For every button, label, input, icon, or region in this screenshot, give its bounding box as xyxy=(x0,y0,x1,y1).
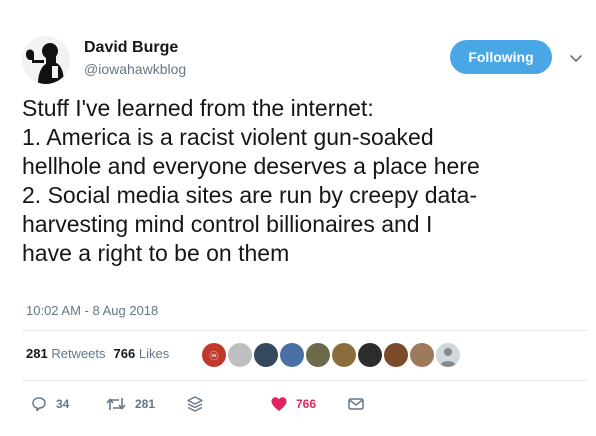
liker-avatar[interactable] xyxy=(304,341,332,369)
silhouette-portrait-icon xyxy=(22,36,70,84)
tweet-text-line: Stuff I've learned from the internet: xyxy=(22,95,374,121)
user-avatar[interactable] xyxy=(22,36,70,84)
following-button[interactable]: Following xyxy=(450,40,552,74)
tweet-timestamp[interactable]: 10:02 AM - 8 Aug 2018 xyxy=(26,303,158,318)
avatar-fill xyxy=(384,343,408,367)
direct-message-button[interactable] xyxy=(186,395,204,413)
tweet-text: Stuff I've learned from the internet: 1.… xyxy=(22,94,592,268)
retweet-icon xyxy=(106,398,126,410)
tweet-text-line: harvesting mind control billionaires and… xyxy=(22,211,433,237)
liker-avatar[interactable] xyxy=(382,341,410,369)
retweet-count: 281 xyxy=(135,397,156,411)
avatar-fill xyxy=(358,343,382,367)
retweets-stat[interactable]: 281 Retweets xyxy=(26,346,106,361)
avatar-fill xyxy=(306,343,330,367)
tweet-text-line: hellhole and everyone deserves a place h… xyxy=(22,153,480,179)
likes-stat[interactable]: 766 Likes xyxy=(114,346,170,361)
tweet-text-line: have a right to be on them xyxy=(22,240,290,266)
likes-count: 766 xyxy=(113,346,136,361)
tweet-stats: 281 Retweets 766 Likes xyxy=(26,346,169,361)
avatar-fill xyxy=(332,343,356,367)
avatar-fill xyxy=(228,343,252,367)
liker-avatar[interactable] xyxy=(434,341,462,369)
avatar-fill xyxy=(410,343,434,367)
share-button[interactable] xyxy=(347,395,365,413)
reply-button[interactable]: 34 xyxy=(30,395,69,413)
user-handle[interactable]: @iowahawkblog xyxy=(84,61,186,77)
envelope-icon xyxy=(348,398,364,410)
liker-avatar[interactable] xyxy=(408,341,436,369)
liker-avatar[interactable]: ⓦ xyxy=(200,341,228,369)
retweets-count: 281 xyxy=(26,346,48,361)
tweet-text-line: 2. Social media sites are run by creepy … xyxy=(22,182,478,208)
reply-icon xyxy=(32,397,46,412)
tweet-card: David Burge @iowahawkblog Following Stuf… xyxy=(0,0,596,436)
divider xyxy=(22,330,588,331)
liker-avatar[interactable] xyxy=(226,341,254,369)
stack-icon xyxy=(187,396,203,412)
liker-avatar[interactable] xyxy=(330,341,358,369)
retweets-label: Retweets xyxy=(51,346,106,361)
chevron-down-icon[interactable] xyxy=(568,50,584,66)
like-count: 766 xyxy=(296,397,317,411)
retweet-button[interactable]: 281 xyxy=(105,395,155,413)
reply-count: 34 xyxy=(56,397,70,411)
user-display-name[interactable]: David Burge xyxy=(84,39,178,57)
divider xyxy=(22,380,588,381)
svg-text:ⓦ: ⓦ xyxy=(209,351,218,361)
avatar-fill xyxy=(280,343,304,367)
liker-avatar[interactable] xyxy=(252,341,280,369)
like-button[interactable]: 766 xyxy=(270,395,316,413)
avatar-fill xyxy=(254,343,278,367)
likes-label: Likes xyxy=(138,346,170,361)
tweet-text-line: 1. America is a racist violent gun-soake… xyxy=(22,124,434,150)
liker-avatar[interactable] xyxy=(278,341,306,369)
heart-icon xyxy=(271,397,287,411)
liker-avatar[interactable] xyxy=(356,341,384,369)
